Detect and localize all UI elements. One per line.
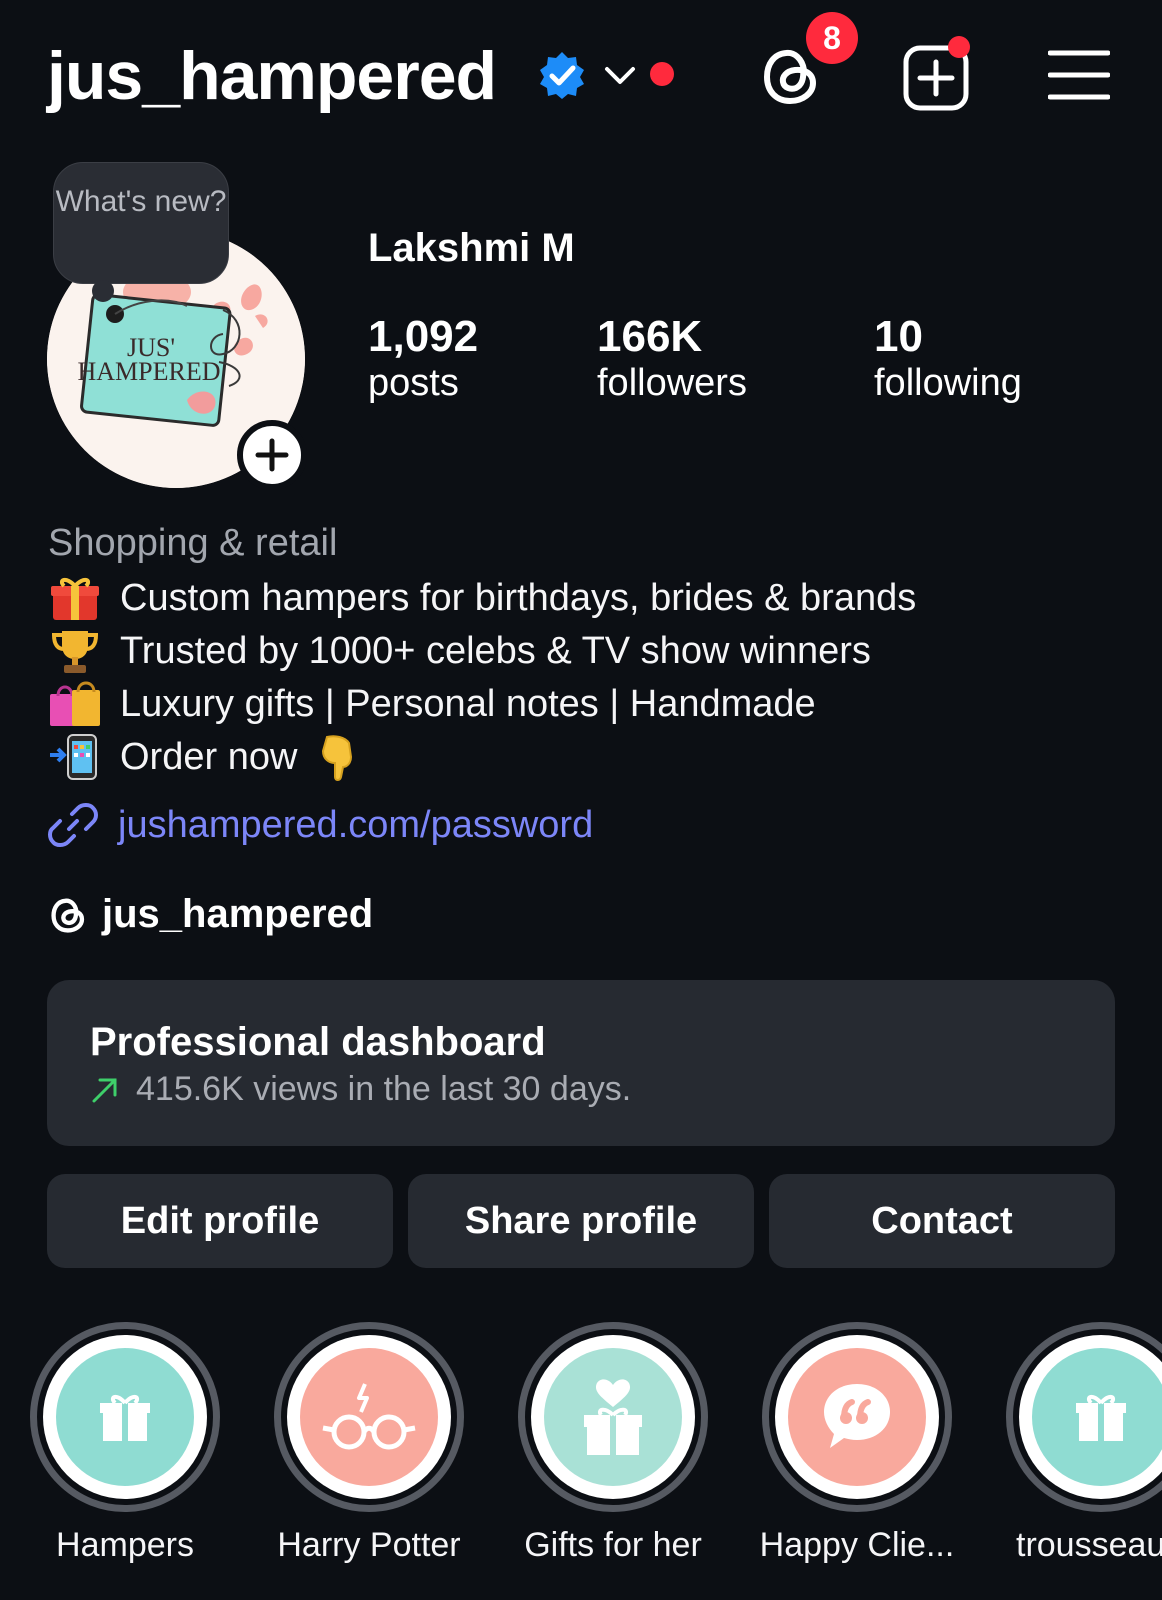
- highlight-label: Hampers: [56, 1526, 194, 1564]
- highlight-hampers[interactable]: [30, 1322, 220, 1512]
- threads-handle: jus_hampered: [102, 892, 374, 936]
- note-bubble[interactable]: What's new?: [53, 162, 229, 284]
- highlight-label: trousseau: [1016, 1526, 1162, 1564]
- gift-icon: [100, 1395, 150, 1441]
- account-switch-chevron-icon[interactable]: [603, 60, 637, 90]
- bio-line: Trusted by 1000+ celebs & TV show winner…: [48, 627, 871, 675]
- dashboard-summary: 415.6K views in the last 30 days.: [90, 1070, 631, 1109]
- pointing-down-emoji-icon: [322, 735, 353, 781]
- posts-stat[interactable]: 1,092 posts: [368, 312, 478, 405]
- bio-line: Luxury gifts | Personal notes | Handmade: [48, 680, 816, 728]
- quote-bubble-icon: [824, 1384, 890, 1448]
- bio-text: Trusted by 1000+ celebs & TV show winner…: [120, 629, 871, 672]
- gift-emoji-icon: [51, 578, 99, 620]
- dashboard-title: Professional dashboard: [90, 1020, 546, 1064]
- professional-dashboard-card[interactable]: Professional dashboard 415.6K views in t…: [47, 980, 1115, 1146]
- link-icon: [48, 803, 98, 847]
- highlight-label: Harry Potter: [277, 1526, 461, 1564]
- add-story-button[interactable]: [237, 420, 307, 490]
- account-notification-dot: [650, 62, 674, 86]
- highlight-harry-potter[interactable]: [274, 1322, 464, 1512]
- bio-text: Custom hampers for birthdays, brides & b…: [120, 576, 917, 619]
- posts-count: 1,092: [368, 312, 479, 361]
- followers-label: followers: [597, 362, 747, 404]
- highlight-trousseau[interactable]: [1006, 1322, 1162, 1512]
- highlight-happy-clients[interactable]: [762, 1322, 952, 1512]
- shopping-bags-emoji-icon: [50, 681, 100, 726]
- phone-arrow-emoji-icon: [50, 734, 97, 780]
- threads-profile-link[interactable]: jus_hampered: [48, 892, 373, 937]
- bio-text: Luxury gifts | Personal notes | Handmade: [120, 682, 816, 725]
- external-link[interactable]: jushampered.com/password: [48, 800, 593, 850]
- heart-gift-icon: [584, 1379, 642, 1455]
- share-profile-button[interactable]: Share profile: [408, 1174, 754, 1268]
- bio-line: Custom hampers for birthdays, brides & b…: [48, 574, 916, 622]
- trophy-emoji-icon: [51, 631, 99, 673]
- followers-count: 166K: [597, 312, 703, 361]
- edit-profile-button[interactable]: Edit profile: [47, 1174, 393, 1268]
- create-notification-dot: [948, 36, 970, 58]
- followers-stat[interactable]: 166K followers: [597, 312, 747, 405]
- dashboard-subtitle: 415.6K views in the last 30 days.: [136, 1070, 632, 1108]
- threads-logo-icon: [51, 898, 85, 933]
- following-label: following: [874, 362, 1022, 404]
- highlight-gifts-for-her[interactable]: [518, 1322, 708, 1512]
- threads-notification-badge: 8: [806, 12, 858, 64]
- glasses-icon: [322, 1383, 416, 1450]
- link-text[interactable]: jushampered.com/password: [118, 804, 593, 847]
- display-name: Lakshmi M: [368, 226, 575, 270]
- highlight-label: Gifts for her: [524, 1526, 702, 1564]
- highlight-label: Happy Clie...: [759, 1526, 955, 1564]
- contact-button[interactable]: Contact: [769, 1174, 1115, 1268]
- svg-text:HAMPERED: HAMPERED: [77, 357, 220, 386]
- following-count: 10: [874, 312, 923, 361]
- verified-badge-icon: [540, 52, 584, 99]
- profile-username[interactable]: jus_hampered: [47, 36, 497, 116]
- note-bubble-tail: [92, 280, 114, 302]
- gift-icon: [1076, 1395, 1126, 1441]
- bio-line: Order now: [48, 733, 359, 781]
- hamburger-menu-icon[interactable]: [1048, 48, 1110, 102]
- posts-label: posts: [368, 362, 459, 404]
- plus-icon: [255, 438, 289, 472]
- following-stat[interactable]: 10 following: [874, 312, 1022, 405]
- profile-category: Shopping & retail: [48, 522, 338, 564]
- bio-text: Order now: [120, 735, 298, 778]
- trend-up-arrow-icon: [92, 1078, 117, 1102]
